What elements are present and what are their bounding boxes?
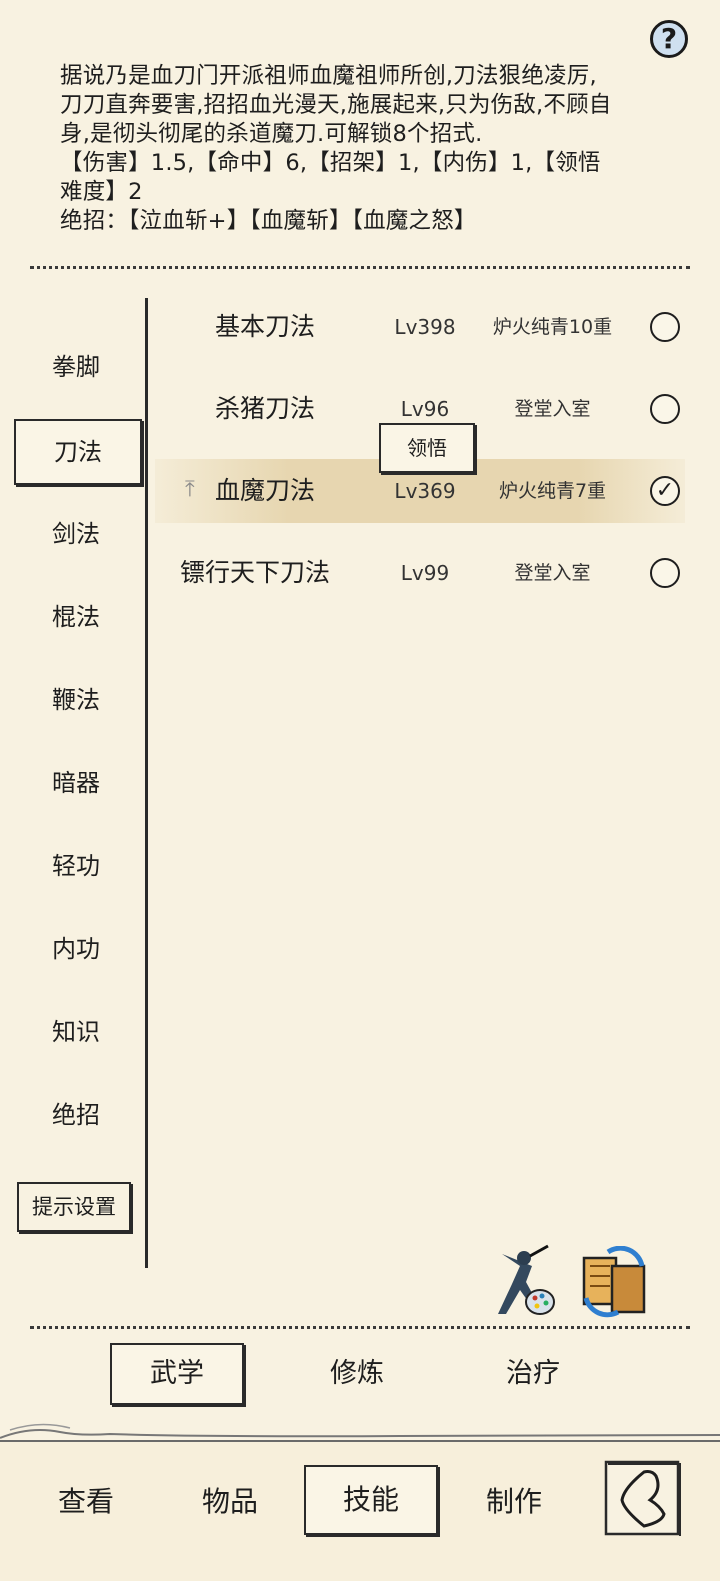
ink-stroke-decoration (0, 1423, 720, 1439)
category-daofa[interactable]: 刀法 (14, 419, 142, 485)
swordsman-palette-icon[interactable] (490, 1244, 560, 1320)
tab-zhiliao[interactable]: 治疗 (476, 1343, 590, 1405)
dotted-divider (30, 266, 690, 269)
tab-wuxue[interactable]: 武学 (110, 1343, 244, 1405)
skill-radio[interactable] (650, 558, 680, 588)
category-anqi[interactable]: 暗器 (14, 761, 138, 805)
skill-level: Lv99 (400, 561, 450, 585)
nav-chakan[interactable]: 查看 (30, 1470, 142, 1534)
category-qinggong[interactable]: 轻功 (14, 844, 138, 888)
skill-name: 杀猪刀法 (214, 394, 315, 423)
description-line: 刀刀直奔要害,招招血光漫天,施展起来,只为伤敌,不顾自 (60, 92, 612, 118)
category-juezhao[interactable]: 绝招 (14, 1093, 138, 1137)
category-bianfa[interactable]: 鞭法 (14, 678, 138, 722)
description-line: 【伤害】1.5,【命中】6,【招架】1,【内伤】1,【领悟 (60, 150, 601, 176)
skill-radio[interactable] (650, 312, 680, 342)
nav-wupin[interactable]: 物品 (174, 1470, 286, 1534)
skill-row[interactable]: 镖行天下刀法 Lv99 登堂入室 (155, 541, 685, 605)
category-neigong[interactable]: 内功 (14, 927, 138, 971)
category-jianfa[interactable]: 剑法 (14, 512, 138, 556)
category-gunfa[interactable]: 棍法 (14, 595, 138, 639)
bottom-nav-border (0, 1440, 720, 1442)
skill-radio-checked[interactable]: ✓ (650, 476, 680, 506)
dotted-divider (30, 1326, 690, 1329)
vertical-divider (145, 298, 148, 1268)
skill-radio[interactable] (650, 394, 680, 424)
skill-name: 镖行天下刀法 (179, 558, 330, 587)
tab-xiulian[interactable]: 修炼 (300, 1343, 414, 1405)
nav-jineng[interactable]: 技能 (304, 1465, 438, 1535)
description-line: 难度】2 (60, 179, 143, 205)
skill-realm: 登堂入室 (514, 562, 591, 584)
checkmark-icon: ✓ (655, 478, 675, 503)
skill-realm: 炉火纯青7重 (498, 480, 607, 502)
lingwu-button[interactable]: 领悟 (379, 423, 475, 473)
hint-settings-button[interactable]: 提示设置 (17, 1182, 131, 1232)
skill-name: 基本刀法 (214, 312, 315, 341)
skill-realm: 登堂入室 (514, 398, 591, 420)
category-zhishi[interactable]: 知识 (14, 1010, 138, 1054)
description-line: 绝招：【泣血斩+】【血魔斩】【血魔之怒】 (60, 208, 477, 234)
skill-level: Lv398 (394, 315, 456, 339)
skill-name: 血魔刀法 (214, 476, 315, 505)
description-line: 身,是彻头彻尾的杀道魔刀.可解锁8个招式. (60, 121, 483, 147)
skill-realm: 炉火纯青10重 (492, 316, 613, 338)
category-quanjiao[interactable]: 拳脚 (14, 345, 138, 389)
manual-exchange-icon[interactable] (578, 1246, 650, 1318)
skill-description: 据说乃是血刀门开派祖师血魔祖师所创,刀法狠绝凌厉, 刀刀直奔要害,招招血光漫天,… (60, 62, 680, 236)
back-button[interactable] (604, 1460, 682, 1538)
description-line: 据说乃是血刀门开派祖师血魔祖师所创,刀法狠绝凌厉, (60, 63, 597, 89)
nav-zhizuo[interactable]: 制作 (458, 1470, 570, 1534)
skill-row[interactable]: 基本刀法 Lv398 炉火纯青10重 (155, 295, 685, 359)
help-button[interactable]: ? (650, 20, 688, 58)
question-mark-icon: ? (660, 22, 678, 55)
